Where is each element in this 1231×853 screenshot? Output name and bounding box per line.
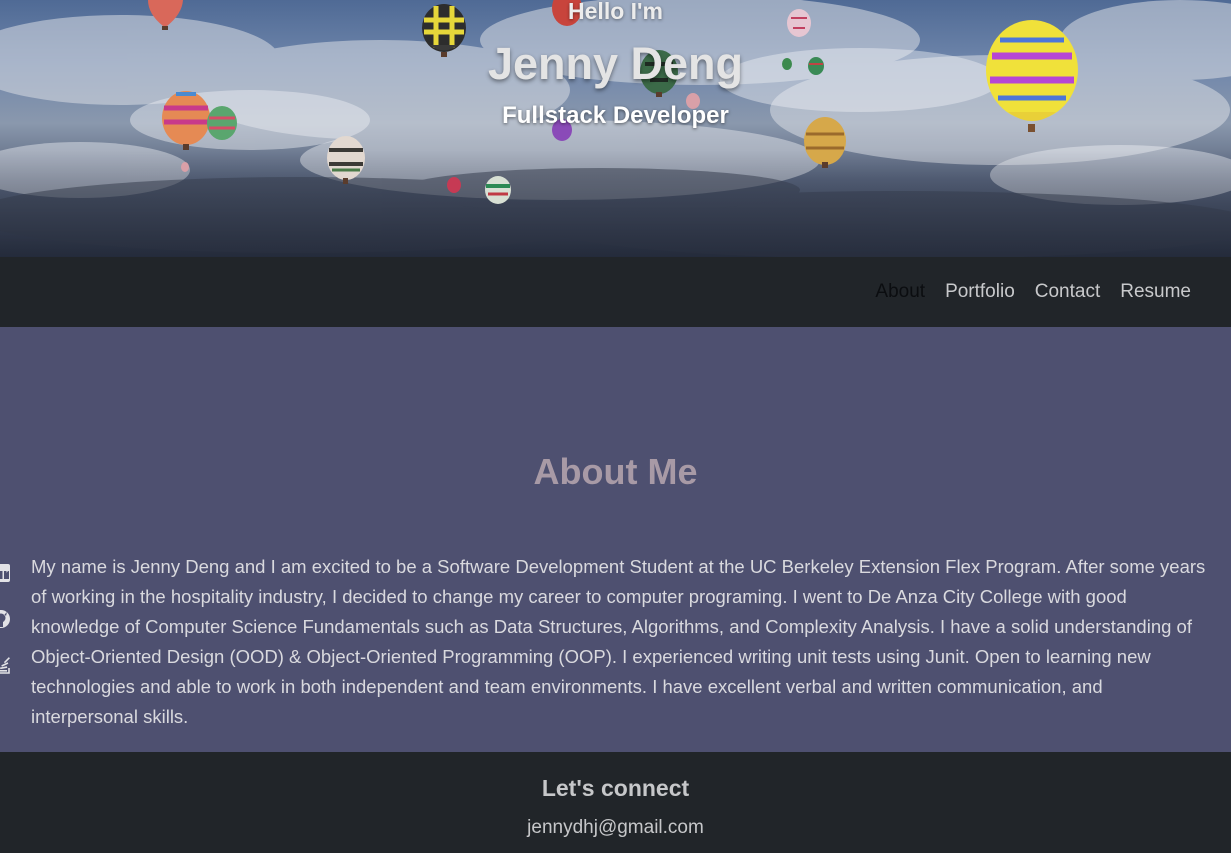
- linkedin-icon[interactable]: [0, 563, 12, 583]
- about-paragraph: My name is Jenny Deng and I am excited t…: [31, 556, 1206, 727]
- footer: Let's connect jennydhj@gmail.com: [0, 752, 1231, 853]
- about-section: About Me My name is Jenny Deng and I am …: [0, 327, 1231, 752]
- github-icon[interactable]: [0, 609, 12, 629]
- hero-role: Fullstack Developer: [502, 102, 729, 129]
- nav-menu: About Portfolio Contact Resume: [855, 257, 1191, 327]
- about-heading: About Me: [533, 451, 698, 492]
- hero-banner: Hello I'm Jenny Deng Fullstack Developer: [0, 0, 1231, 257]
- nav-item-resume[interactable]: Resume: [1120, 281, 1191, 303]
- nav-item-portfolio[interactable]: Portfolio: [945, 281, 1015, 303]
- footer-heading: Let's connect: [541, 775, 690, 801]
- email-link[interactable]: jennydhj@gmail.com: [527, 817, 704, 838]
- main-nav: About Portfolio Contact Resume: [0, 257, 1231, 327]
- social-links: [0, 563, 12, 701]
- nav-item-about[interactable]: About: [875, 281, 925, 303]
- hero-name: Jenny Deng: [487, 38, 744, 89]
- footer-email-container: jennydhj@gmail.com: [0, 817, 1231, 839]
- hero-greeting: Hello I'm: [568, 0, 663, 24]
- nav-item-contact[interactable]: Contact: [1035, 281, 1100, 303]
- stack-overflow-icon[interactable]: [0, 655, 12, 675]
